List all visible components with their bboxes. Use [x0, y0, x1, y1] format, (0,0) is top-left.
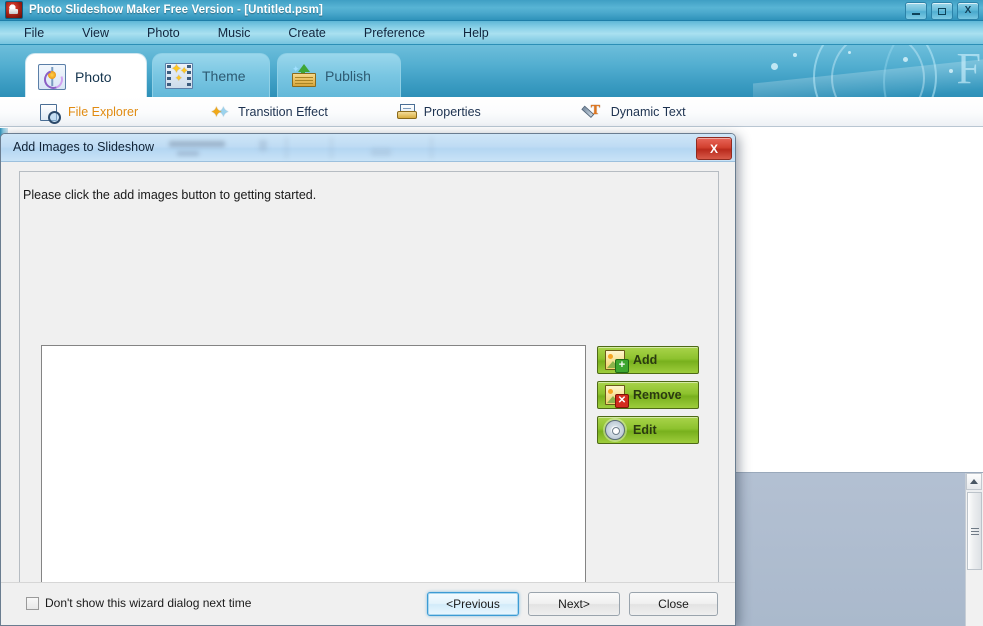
banner-dot: [949, 69, 953, 73]
magnifier-icon: [40, 103, 61, 124]
subtoolbar-label-dynamic-text: Dynamic Text: [610, 104, 686, 119]
app-icon: [5, 1, 23, 19]
maximize-icon: [938, 7, 946, 15]
filmstrip-star-icon: ✦ ✦ ✦: [165, 62, 193, 89]
tab-strip: F Photo ✦ ✦ ✦ Theme ✦ Publish: [0, 45, 983, 97]
subtoolbar-item-properties[interactable]: Properties: [384, 99, 493, 125]
menu-bar: File View Photo Music Create Preference …: [0, 21, 983, 45]
application-window: Photo Slideshow Maker Free Version - [Un…: [0, 0, 983, 626]
banner-dot: [848, 51, 851, 54]
image-plus-icon: +: [605, 350, 629, 373]
close-dialog-button[interactable]: Close: [629, 592, 718, 616]
dialog-side-buttons: + Add ✕ Remove Edit: [597, 346, 700, 451]
tab-publish[interactable]: ✦ Publish: [277, 53, 401, 97]
subtoolbar-item-transition-effect[interactable]: ✦ ✦ Transition Effect: [198, 99, 340, 125]
menu-item-create[interactable]: Create: [274, 23, 340, 43]
tab-photo[interactable]: Photo: [25, 53, 147, 97]
dialog-title-bar: Add Images to Slideshow X: [1, 134, 735, 162]
menu-item-preference[interactable]: Preference: [350, 23, 439, 43]
photo-frame-icon: [38, 63, 66, 90]
scrollbar-thumb[interactable]: [967, 492, 982, 570]
banner-letter: F: [956, 45, 981, 93]
image-remove-icon: ✕: [605, 385, 629, 408]
add-images-dialog: Add Images to Slideshow X Please click t…: [0, 133, 736, 626]
menu-item-file[interactable]: File: [10, 23, 58, 43]
subtoolbar-label-transition-effect: Transition Effect: [238, 104, 328, 119]
tab-photo-label: Photo: [75, 68, 112, 85]
stars-icon: ✦ ✦: [210, 103, 230, 121]
add-button[interactable]: + Add: [597, 346, 699, 374]
chevron-up-icon: [970, 479, 978, 484]
document-tray-icon: [396, 103, 417, 121]
menu-item-photo[interactable]: Photo: [133, 23, 194, 43]
window-title: Photo Slideshow Maker Free Version - [Un…: [29, 4, 323, 16]
close-button[interactable]: X: [957, 2, 979, 20]
dialog-title: Add Images to Slideshow: [13, 140, 155, 154]
edit-button[interactable]: Edit: [597, 416, 699, 444]
menu-item-music[interactable]: Music: [204, 23, 265, 43]
subtoolbar-label-properties: Properties: [423, 104, 481, 119]
subtoolbar-item-file-explorer[interactable]: File Explorer: [28, 99, 150, 125]
minimize-icon: [912, 12, 920, 15]
add-button-label: Add: [633, 353, 658, 367]
dialog-close-button[interactable]: X: [696, 137, 732, 160]
subtoolbar-label-file-explorer: File Explorer: [68, 104, 139, 119]
tab-publish-label: Publish: [325, 67, 371, 84]
menu-item-help[interactable]: Help: [449, 23, 503, 43]
tab-theme-label: Theme: [202, 67, 246, 84]
box-upload-icon: ✦: [290, 63, 316, 88]
preview-scrollbar[interactable]: [965, 473, 983, 626]
banner-artwork: F: [753, 45, 983, 97]
tab-theme[interactable]: ✦ ✦ ✦ Theme: [152, 53, 270, 97]
banner-dot: [793, 53, 797, 57]
remove-button[interactable]: ✕ Remove: [597, 381, 699, 409]
grip-icon: [971, 527, 979, 535]
banner-dot: [771, 63, 778, 70]
scroll-up-button[interactable]: [966, 473, 982, 490]
dont-show-wizard-checkbox[interactable]: Don't show this wizard dialog next time: [26, 596, 251, 610]
menu-item-view[interactable]: View: [68, 23, 123, 43]
gear-icon: [605, 420, 625, 440]
sub-toolbar: File Explorer ✦ ✦ Transition Effect Prope…: [0, 97, 983, 127]
window-controls: X: [905, 2, 979, 20]
subtoolbar-item-dynamic-text[interactable]: T Dynamic Text: [571, 99, 698, 125]
previous-button[interactable]: <Previous: [427, 592, 519, 616]
next-button[interactable]: Next>: [528, 592, 620, 616]
pen-text-icon: T: [581, 103, 603, 121]
dialog-footer: Don't show this wizard dialog next time …: [1, 582, 735, 625]
remove-button-label: Remove: [633, 388, 682, 402]
checkbox-label: Don't show this wizard dialog next time: [45, 596, 252, 610]
minimize-button[interactable]: [905, 2, 927, 20]
title-bar: Photo Slideshow Maker Free Version - [Un…: [0, 0, 983, 21]
maximize-button[interactable]: [931, 2, 953, 20]
checkbox-box[interactable]: [26, 596, 39, 610]
banner-dot: [903, 57, 908, 62]
dialog-hint-text: Please click the add images button to ge…: [23, 188, 317, 202]
edit-button-label: Edit: [633, 423, 657, 437]
